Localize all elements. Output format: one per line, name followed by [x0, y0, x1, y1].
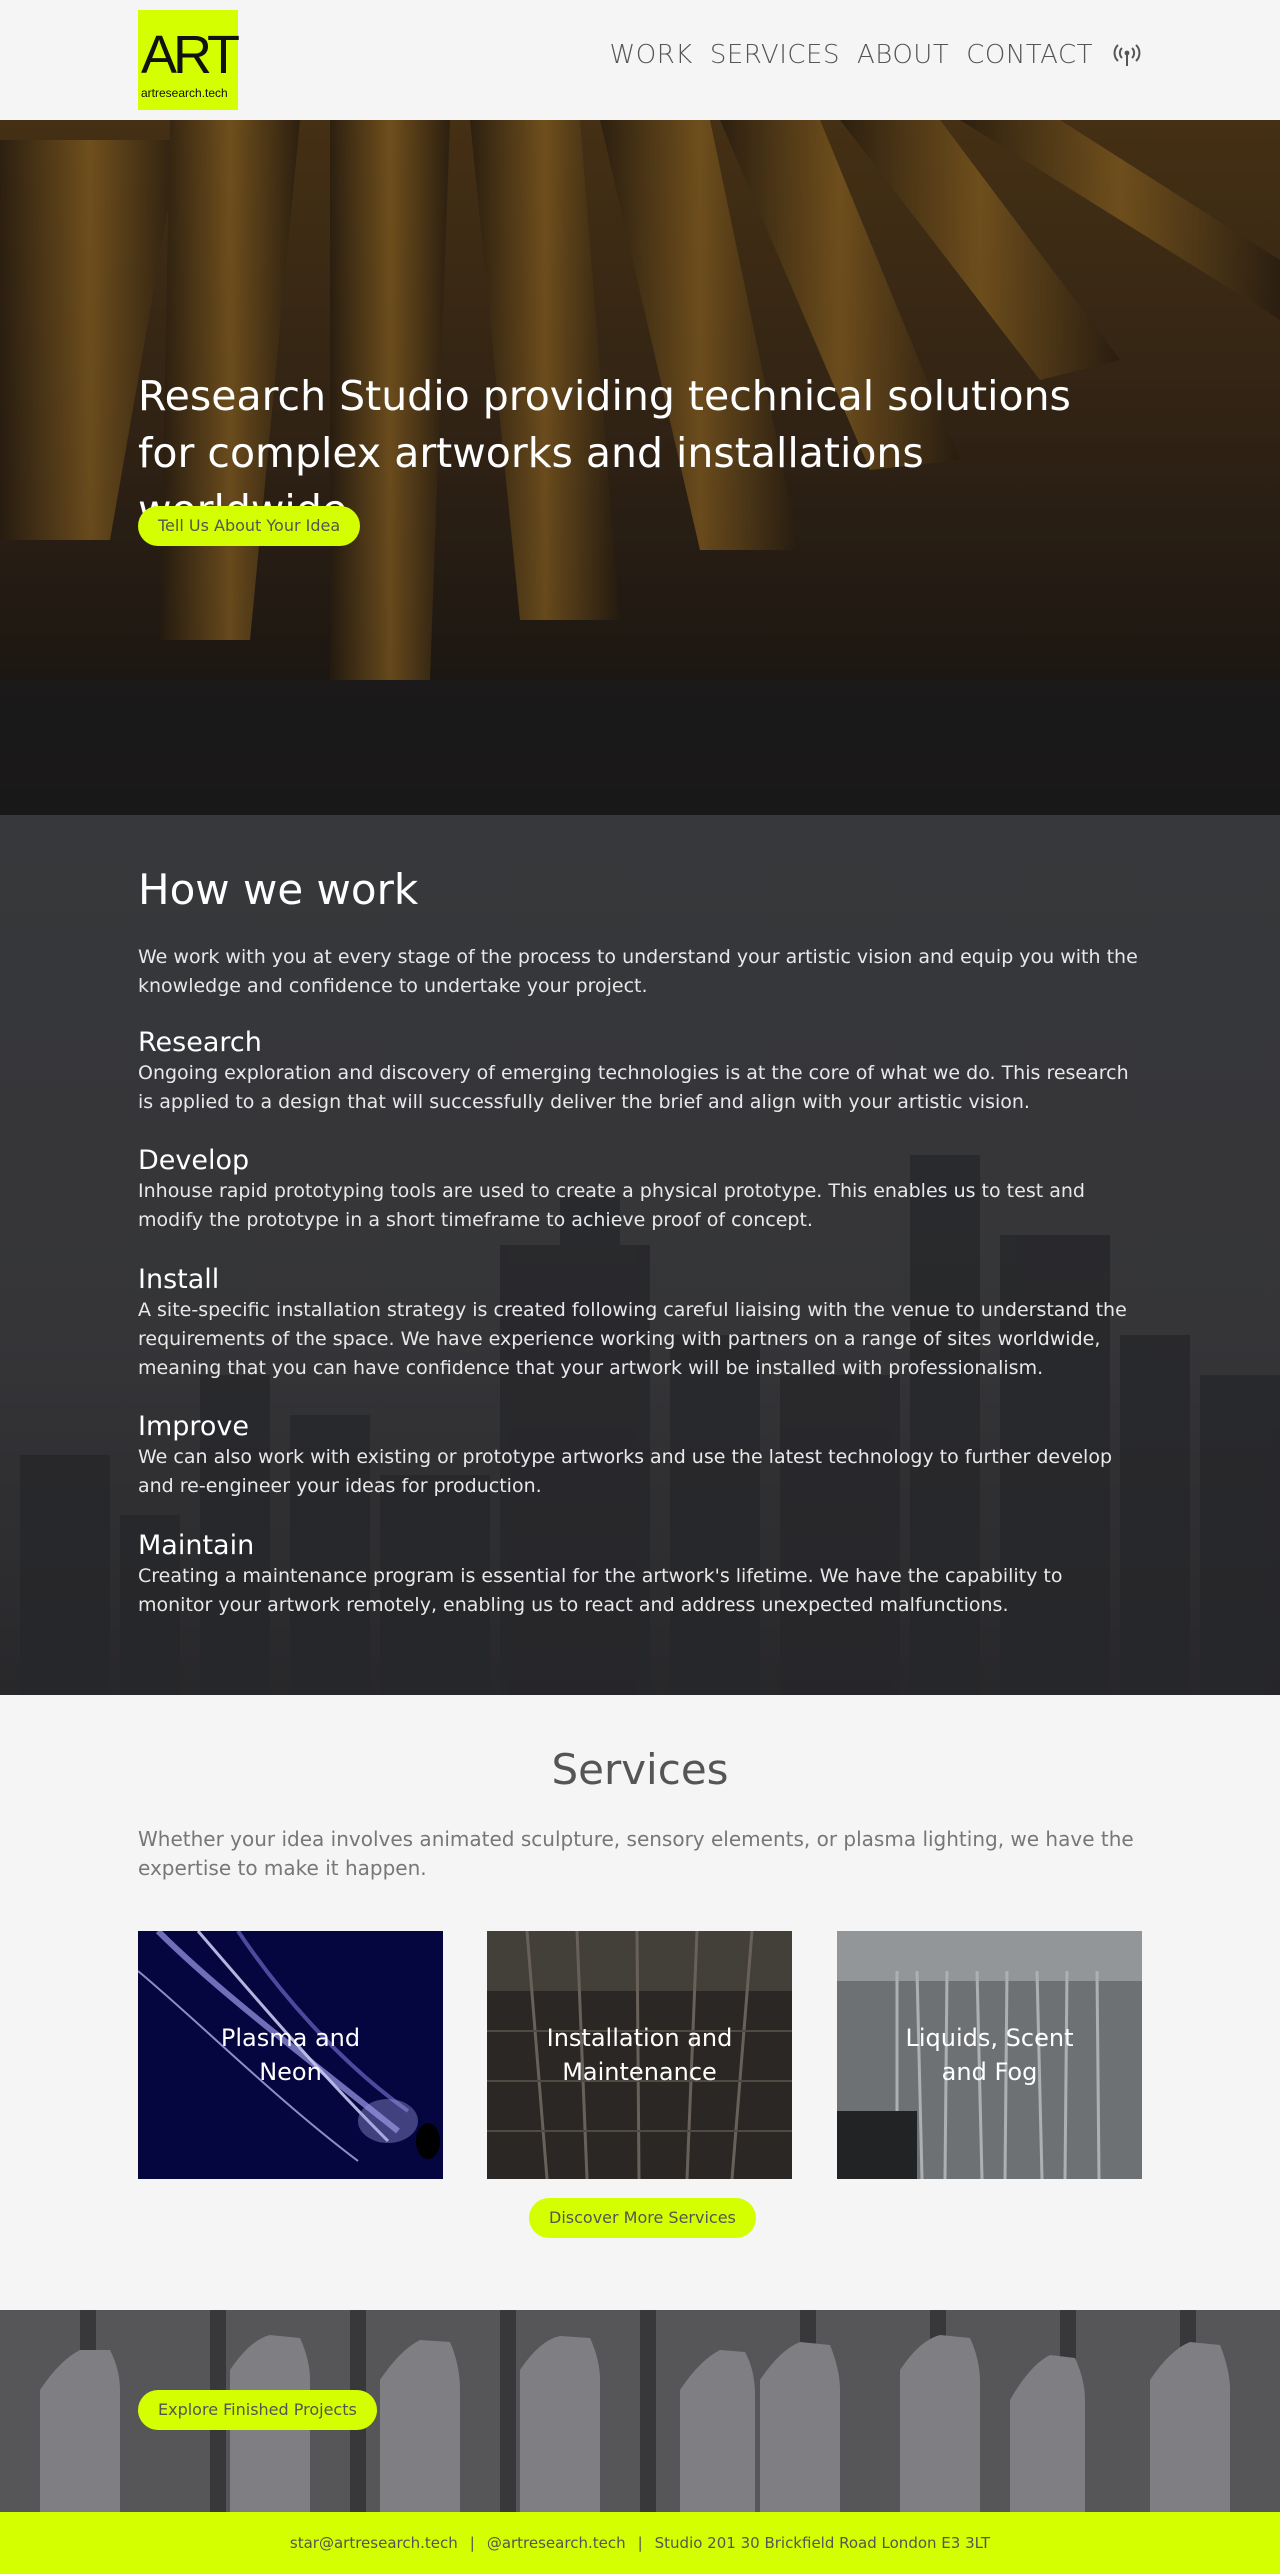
footer-handle-link[interactable]: @artresearch.tech	[487, 2534, 626, 2552]
nav-item-about[interactable]: ABOUT	[857, 40, 949, 70]
step-text: A site-specific installation strategy is…	[138, 1299, 1127, 1379]
discover-services-button[interactable]: Discover More Services	[529, 2198, 756, 2238]
step-text: Ongoing exploration and discovery of eme…	[138, 1062, 1129, 1113]
service-card-liquids[interactable]: Liquids, Scent and Fog	[837, 1931, 1142, 2179]
services-section: Services Whether your idea involves anim…	[0, 1695, 1280, 2310]
main-nav: WORK SERVICES ABOUT CONTACT	[610, 40, 1142, 70]
service-card-label: Installation and Maintenance	[546, 2024, 733, 2086]
how-we-work-section: How we work We work with you at every st…	[0, 815, 1280, 1695]
how-intro: We work with you at every stage of the p…	[138, 946, 1138, 997]
tell-us-button[interactable]: Tell Us About Your Idea	[138, 506, 361, 546]
step-title: Maintain	[138, 1530, 255, 1561]
footer-separator: |	[637, 2534, 643, 2552]
step-improve: Improve We can also work with existing o…	[138, 1411, 1142, 1501]
step-text: Creating a maintenance program is essent…	[138, 1565, 1063, 1616]
broadcast-icon[interactable]	[1112, 40, 1142, 70]
services-intro: Whether your idea involves animated scul…	[138, 1827, 1134, 1880]
step-title: Install	[138, 1264, 220, 1295]
footer-separator: |	[469, 2534, 475, 2552]
service-card-label: Liquids, Scent and Fog	[905, 2024, 1074, 2086]
projects-section: Explore Finished Projects	[0, 2310, 1280, 2512]
step-title: Develop	[138, 1145, 250, 1176]
how-heading: How we work	[138, 865, 419, 914]
logo-text: ART	[141, 25, 240, 85]
step-research: Research Ongoing exploration and discove…	[138, 1027, 1142, 1117]
explore-projects-button[interactable]: Explore Finished Projects	[138, 2390, 377, 2430]
nav-item-contact[interactable]: CONTACT	[966, 40, 1093, 70]
site-footer: star@artresearch.tech | @artresearch.tec…	[0, 2512, 1280, 2574]
step-develop: Develop Inhouse rapid prototyping tools …	[138, 1145, 1142, 1235]
hero-section: Research Studio providing technical solu…	[0, 120, 1280, 815]
service-card-label: Plasma and Neon	[220, 2024, 361, 2086]
step-title: Research	[138, 1027, 262, 1058]
step-title: Improve	[138, 1411, 250, 1442]
step-text: Inhouse rapid prototyping tools are used…	[138, 1180, 1085, 1231]
site-header: ART artresearch.tech WORK SERVICES ABOUT…	[0, 0, 1280, 120]
service-card-plasma[interactable]: Plasma and Neon	[138, 1931, 443, 2179]
step-text: We can also work with existing or protot…	[138, 1446, 1113, 1497]
footer-email-link[interactable]: star@artresearch.tech	[290, 2534, 458, 2552]
nav-item-work[interactable]: WORK	[610, 40, 693, 70]
logo-subtext: artresearch.tech	[141, 86, 228, 100]
service-card-installation[interactable]: Installation and Maintenance	[487, 1931, 792, 2179]
nav-item-services[interactable]: SERVICES	[710, 40, 840, 70]
site-logo[interactable]: ART artresearch.tech	[138, 10, 240, 110]
step-maintain: Maintain Creating a maintenance program …	[138, 1530, 1142, 1620]
services-heading: Services	[551, 1745, 729, 1794]
footer-address: Studio 201 30 Brickfield Road London E3 …	[654, 2534, 991, 2552]
step-install: Install A site-specific installation str…	[138, 1264, 1142, 1383]
